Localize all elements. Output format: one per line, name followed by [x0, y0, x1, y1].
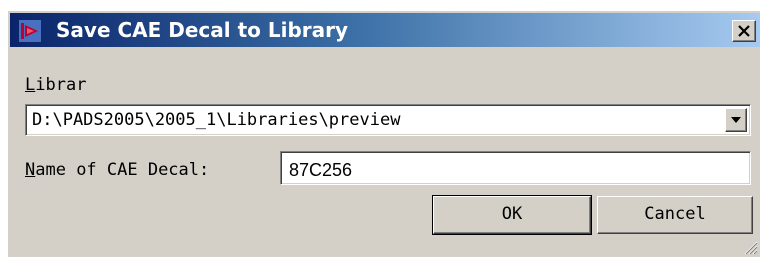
cancel-button[interactable]: Cancel: [597, 196, 753, 234]
save-cae-decal-dialog: Save CAE Decal to Library Librar D:\PADS…: [7, 10, 760, 257]
library-selected-value: D:\PADS2005\2005_1\Libraries\preview: [32, 110, 401, 130]
library-dropdown-button[interactable]: [725, 108, 747, 132]
title-bar[interactable]: Save CAE Decal to Library: [10, 13, 760, 47]
decal-name-label: Name of CAE Decal:: [25, 160, 210, 180]
resize-grip-icon[interactable]: [742, 239, 758, 255]
chevron-down-icon: [731, 117, 741, 123]
ok-button[interactable]: OK: [432, 195, 592, 235]
close-button[interactable]: [732, 20, 756, 42]
close-icon: [738, 25, 750, 37]
pads-app-icon: [19, 20, 41, 42]
decal-name-input[interactable]: [280, 151, 751, 185]
window-title: Save CAE Decal to Library: [56, 18, 349, 42]
library-dropdown[interactable]: D:\PADS2005\2005_1\Libraries\preview: [25, 104, 751, 136]
library-label: Librar: [25, 75, 87, 95]
